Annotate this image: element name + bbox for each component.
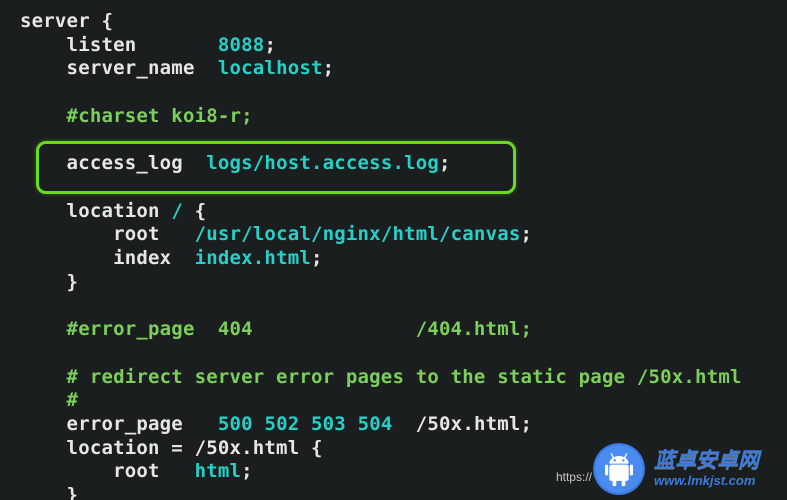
code-line: root /usr/local/nginx/html/canvas; [20, 223, 532, 245]
code-line-highlighted: access_log logs/host.access.log; [20, 152, 451, 174]
android-icon [592, 442, 646, 496]
code-comment: #error_page 404 /404.html; [20, 318, 532, 340]
code-comment: #charset koi8-r; [20, 105, 253, 127]
code-line: index index.html; [20, 247, 323, 269]
code-line: location / { [20, 200, 206, 222]
code-line: error_page 500 502 503 504 /50x.html; [20, 413, 532, 435]
watermark-domain: www.lmkjst.com [654, 474, 759, 488]
code-line: listen 8088; [20, 34, 276, 56]
code-comment: # [20, 389, 78, 411]
watermark-title: 蓝卓安卓网 [654, 449, 759, 472]
code-line: location = /50x.html { [20, 437, 323, 459]
code-line: server_name localhost; [20, 57, 334, 79]
code-line: server { [20, 10, 113, 32]
code-comment: # redirect server error pages to the sta… [20, 366, 742, 388]
code-line: root html; [20, 460, 253, 482]
watermark-text: 蓝卓安卓网 www.lmkjst.com [654, 449, 759, 488]
watermark: 蓝卓安卓网 www.lmkjst.com [592, 440, 787, 500]
url-fragment: https:// [556, 466, 592, 490]
code-line: } [20, 271, 78, 293]
code-line: } [20, 484, 78, 500]
code-block: server { listen 8088; server_name localh… [0, 0, 787, 500]
